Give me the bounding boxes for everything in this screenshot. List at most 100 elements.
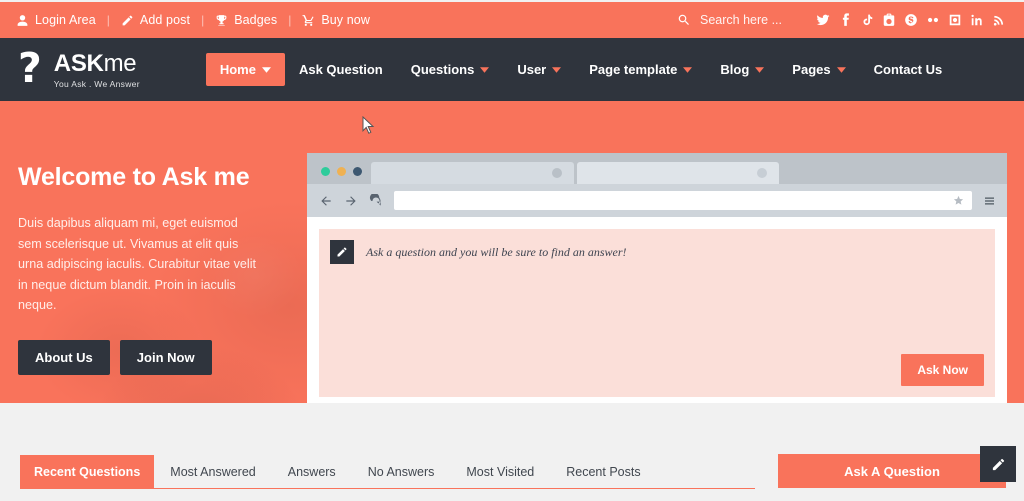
social-flickr-icon[interactable] (922, 10, 944, 30)
window-close-dot[interactable] (321, 167, 330, 176)
nav-item-questions[interactable]: Questions (397, 53, 504, 86)
page-root: Login Area | Add post | Badges | Buy now (0, 0, 1024, 501)
question-placeholder-text: Ask a question and you will be sure to f… (366, 244, 627, 259)
question-input-row[interactable]: Ask a question and you will be sure to f… (330, 240, 984, 264)
question-mark-icon: ? (18, 43, 42, 92)
pencil-icon (330, 240, 354, 264)
tab-no-answers[interactable]: No Answers (352, 455, 451, 488)
reload-icon[interactable] (369, 193, 383, 208)
window-minimize-dot[interactable] (337, 167, 346, 176)
site-logo[interactable]: ? ASKme You Ask . We Answer (0, 43, 140, 92)
topbar-separator: | (106, 13, 110, 27)
primary-nav: Home Ask Question Questions User Page te… (205, 53, 957, 86)
social-linkedin-icon[interactable] (966, 10, 988, 30)
nav-item-blog[interactable]: Blog (706, 53, 778, 86)
search-icon[interactable] (677, 13, 691, 27)
content-tabs: Recent Questions Most Answered Answers N… (20, 455, 755, 489)
nav-item-contact-us[interactable]: Contact Us (860, 53, 957, 86)
logo-text: ASKme You Ask . We Answer (54, 51, 140, 89)
about-us-button[interactable]: About Us (18, 339, 110, 375)
social-skype-icon[interactable] (900, 10, 922, 30)
topbar-link-label: Buy now (321, 13, 370, 27)
tab-most-visited[interactable]: Most Visited (450, 455, 550, 488)
url-input[interactable] (394, 191, 972, 210)
topbar-link-add-post[interactable]: Add post (121, 13, 190, 27)
browser-toolbar (307, 184, 1007, 217)
chevron-down-icon (480, 66, 490, 73)
back-arrow-icon[interactable] (319, 194, 333, 208)
chevron-down-icon (755, 66, 765, 73)
forward-arrow-icon[interactable] (344, 194, 358, 208)
social-rss-icon[interactable] (988, 10, 1010, 30)
tab-recent-posts[interactable]: Recent Posts (550, 455, 656, 488)
nav-item-label: Pages (792, 62, 831, 77)
topbar-separator: | (288, 13, 292, 27)
nav-item-ask-question[interactable]: Ask Question (285, 53, 397, 86)
nav-item-user[interactable]: User (503, 53, 575, 86)
hero-content: Welcome to Ask me Duis dapibus aliquam m… (0, 101, 300, 375)
window-maximize-dot[interactable] (353, 167, 362, 176)
browser-tab[interactable] (577, 162, 779, 184)
top-utility-bar: Login Area | Add post | Badges | Buy now (0, 2, 1024, 38)
topbar-link-label: Add post (139, 13, 191, 27)
browser-tab[interactable] (371, 162, 574, 184)
favicon-placeholder (757, 168, 767, 178)
tab-recent-questions[interactable]: Recent Questions (20, 455, 155, 488)
social-instagram-icon[interactable] (944, 10, 966, 30)
question-panel: Ask a question and you will be sure to f… (319, 229, 995, 397)
browser-tab-strip (307, 153, 1007, 184)
nav-item-pages[interactable]: Pages (778, 53, 859, 86)
trophy-icon (216, 14, 227, 26)
nav-item-home[interactable]: Home (205, 53, 285, 86)
topbar-separator: | (201, 13, 205, 27)
nav-item-label: Page template (589, 62, 678, 77)
hero-buttons: About Us Join Now (18, 339, 300, 375)
nav-item-label: Contact Us (873, 62, 943, 77)
nav-item-label: Ask Question (298, 62, 383, 77)
logo-name: ASKme (53, 49, 137, 77)
nav-item-label: User (517, 62, 547, 77)
ask-a-question-group: Ask A Question (778, 446, 1016, 488)
browser-viewport: Ask a question and you will be sure to f… (307, 217, 1007, 409)
main-navbar: ? ASKme You Ask . We Answer Home Ask Que… (0, 38, 1024, 101)
social-tiktok-icon[interactable] (856, 10, 878, 30)
hero-description: Duis dapibus aliquam mi, eget euismod se… (18, 216, 256, 312)
topbar-link-label: Badges (234, 13, 278, 27)
topbar-link-login-area[interactable]: Login Area (16, 13, 96, 27)
topbar-links: Login Area | Add post | Badges | Buy now (0, 13, 370, 27)
user-icon (17, 14, 28, 26)
chevron-down-icon (836, 66, 846, 73)
hero-title: Welcome to Ask me (18, 163, 250, 191)
nav-item-label: Blog (720, 62, 750, 77)
chevron-down-icon (552, 66, 562, 73)
favicon-placeholder (552, 168, 562, 178)
join-now-button[interactable]: Join Now (119, 339, 212, 375)
browser-mockup: Ask a question and you will be sure to f… (307, 153, 1007, 409)
topbar-right-cluster (677, 10, 1024, 30)
social-youtube-icon[interactable] (878, 10, 900, 30)
topbar-link-buy-now[interactable]: Buy now (302, 13, 370, 27)
social-facebook-icon[interactable] (834, 10, 856, 30)
window-controls (307, 167, 375, 184)
logo-tagline: You Ask . We Answer (53, 78, 140, 89)
social-twitter-icon[interactable] (812, 10, 834, 30)
chevron-down-icon (683, 66, 693, 73)
mouse-cursor (362, 116, 375, 134)
hamburger-menu-icon[interactable] (983, 195, 996, 207)
ask-a-question-button[interactable]: Ask A Question (778, 454, 1006, 488)
topbar-link-label: Login Area (35, 13, 96, 27)
bookmark-star-icon[interactable] (953, 195, 964, 206)
pencil-icon[interactable] (980, 446, 1016, 482)
nav-item-label: Questions (410, 62, 475, 77)
cart-icon (302, 14, 314, 26)
tab-answers[interactable]: Answers (272, 455, 352, 488)
tab-most-answered[interactable]: Most Answered (154, 455, 271, 488)
chevron-down-icon (261, 66, 271, 73)
pencil-icon (122, 15, 133, 25)
ask-now-button[interactable]: Ask Now (901, 354, 984, 386)
topbar-search[interactable] (677, 13, 798, 27)
search-input[interactable] (700, 13, 798, 27)
nav-item-page-template[interactable]: Page template (575, 53, 706, 86)
nav-item-label: Home (219, 62, 256, 77)
topbar-link-badges[interactable]: Badges (215, 13, 277, 27)
